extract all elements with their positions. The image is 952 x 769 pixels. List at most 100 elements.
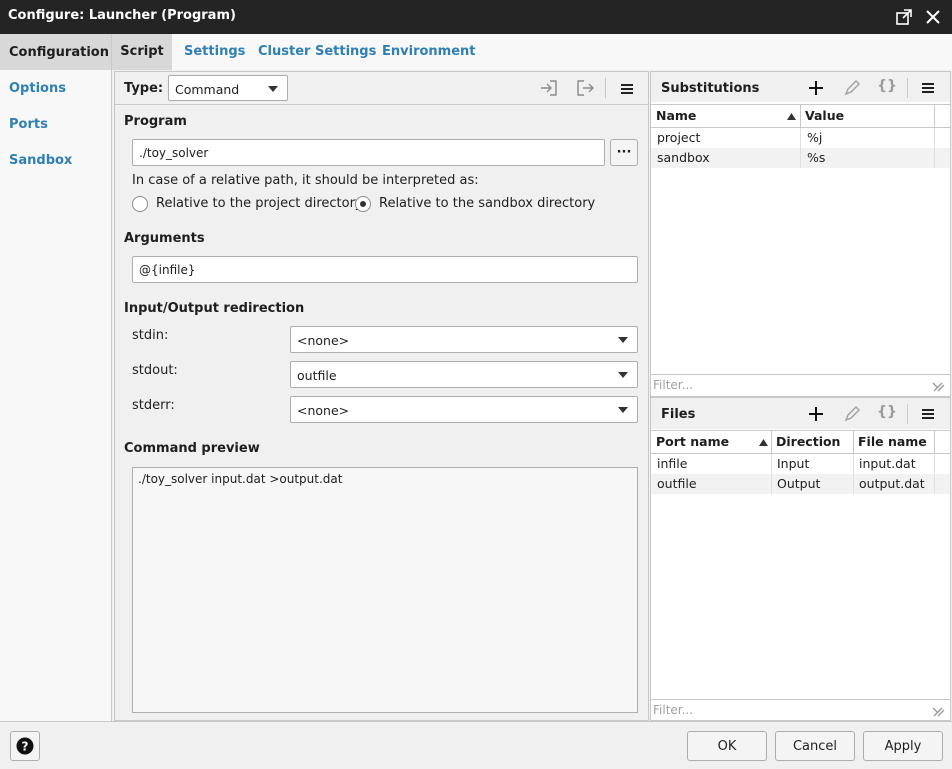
files-title: Files [661, 407, 696, 422]
menu-icon[interactable] [922, 83, 934, 93]
chevron-down-icon [268, 86, 278, 92]
stdout-select[interactable]: outfile [290, 361, 638, 388]
help-icon: ? [16, 737, 34, 755]
cell-value: %s [807, 150, 826, 165]
toolbar-divider [605, 78, 606, 98]
cell-port-name: outfile [657, 476, 697, 491]
nav-item-configuration[interactable]: Configuration [9, 45, 109, 60]
table-row[interactable]: infile Input input.dat [651, 454, 950, 474]
radio-project-label: Relative to the project directory [156, 196, 363, 211]
braces-icon: {} [877, 404, 897, 420]
arguments-heading: Arguments [124, 231, 205, 246]
cell-file-name: input.dat [859, 456, 916, 471]
braces-icon: {} [877, 78, 897, 94]
program-input-value: ./toy_solver [139, 146, 209, 160]
table-row[interactable]: sandbox %s [651, 148, 950, 168]
tab-environment[interactable]: Environment [382, 34, 476, 70]
table-row[interactable]: outfile Output output.dat [651, 474, 950, 494]
import-icon[interactable] [539, 79, 559, 97]
files-filter-input[interactable]: Filter... [651, 699, 950, 720]
cancel-button[interactable]: Cancel [775, 731, 855, 761]
column-divider [771, 431, 772, 453]
command-preview[interactable]: ./toy_solver input.dat >output.dat [132, 467, 638, 713]
column-divider [771, 454, 772, 474]
column-header-name[interactable]: Name [656, 108, 696, 123]
program-input[interactable]: ./toy_solver [132, 139, 605, 166]
column-divider [800, 128, 801, 148]
maximize-icon[interactable] [894, 7, 914, 27]
stdin-select[interactable]: <none> [290, 326, 638, 353]
tab-cluster-settings[interactable]: Cluster Settings [258, 34, 376, 70]
window-title: Configure: Launcher (Program) [8, 8, 236, 23]
arguments-input[interactable]: @{infile} [132, 256, 638, 283]
sort-ascending-icon [759, 439, 768, 446]
close-icon[interactable] [923, 7, 943, 27]
help-glyph: ? [22, 740, 29, 754]
radio-sandbox-label: Relative to the sandbox directory [379, 196, 596, 211]
nav-item-sandbox[interactable]: Sandbox [9, 153, 72, 168]
stdout-label: stdout: [132, 363, 178, 378]
arguments-input-value: @{infile} [139, 263, 196, 277]
command-preview-text: ./toy_solver input.dat >output.dat [138, 472, 343, 486]
type-select-value: Command [175, 82, 240, 97]
script-panel: Type: Command Program ./toy_solver ··· I… [114, 71, 649, 721]
column-divider [934, 148, 935, 168]
chevron-down-icon [618, 372, 628, 378]
radio-sandbox-directory[interactable] [355, 196, 371, 212]
cell-value: %j [807, 130, 823, 145]
apply-button[interactable]: Apply [863, 731, 943, 761]
tab-settings[interactable]: Settings [184, 34, 245, 70]
redirect-heading: Input/Output redirection [124, 301, 305, 316]
table-row[interactable]: project %j [651, 128, 950, 148]
ok-button[interactable]: OK [687, 731, 767, 761]
add-icon[interactable] [805, 77, 827, 99]
clear-filter-icon[interactable] [931, 378, 947, 394]
help-button[interactable]: ? [10, 731, 40, 761]
type-select[interactable]: Command [168, 75, 288, 101]
title-bar: Configure: Launcher (Program) [0, 0, 952, 34]
menu-icon[interactable] [621, 84, 633, 94]
stderr-label: stderr: [132, 398, 175, 413]
substitutions-table-header: Name Value [651, 104, 950, 128]
column-header-value[interactable]: Value [805, 108, 844, 123]
sort-ascending-icon [787, 113, 796, 120]
browse-button[interactable]: ··· [610, 139, 638, 166]
column-divider [800, 105, 801, 127]
chevron-down-icon [618, 337, 628, 343]
nav-item-ports[interactable]: Ports [9, 117, 48, 132]
column-divider [934, 454, 935, 474]
tab-script[interactable]: Script [112, 34, 172, 70]
stderr-select-value: <none> [297, 403, 350, 418]
column-divider [800, 148, 801, 168]
stdin-select-value: <none> [297, 333, 350, 348]
type-label: Type: [124, 81, 164, 96]
column-header-port-name[interactable]: Port name [656, 434, 729, 449]
cell-direction: Input [777, 456, 810, 471]
stdin-label: stdin: [132, 328, 169, 343]
footer-separator [0, 721, 952, 722]
left-nav: Configuration Options Ports Sandbox [0, 34, 112, 722]
toolbar-divider [907, 404, 908, 424]
stderr-select[interactable]: <none> [290, 396, 638, 423]
filter-placeholder: Filter... [653, 378, 694, 392]
export-icon[interactable] [575, 79, 595, 97]
files-header: Files {} [651, 398, 950, 429]
preview-heading: Command preview [124, 441, 260, 456]
substitutions-filter-input[interactable]: Filter... [651, 374, 950, 396]
stdout-select-value: outfile [297, 368, 337, 383]
toolbar-separator [115, 104, 648, 105]
clear-filter-icon[interactable] [931, 703, 947, 719]
edit-icon [844, 406, 860, 422]
column-divider [934, 105, 935, 127]
menu-icon[interactable] [922, 409, 934, 419]
column-header-direction[interactable]: Direction [776, 434, 840, 449]
cell-file-name: output.dat [859, 476, 925, 491]
nav-item-options[interactable]: Options [9, 81, 66, 96]
add-icon[interactable] [805, 403, 827, 425]
radio-project-directory[interactable] [132, 196, 148, 212]
tab-bar: Script Settings Cluster Settings Environ… [112, 34, 952, 70]
cell-direction: Output [777, 476, 821, 491]
files-table-header: Port name Direction File name [651, 430, 950, 454]
column-header-file-name[interactable]: File name [858, 434, 927, 449]
column-divider [853, 474, 854, 494]
